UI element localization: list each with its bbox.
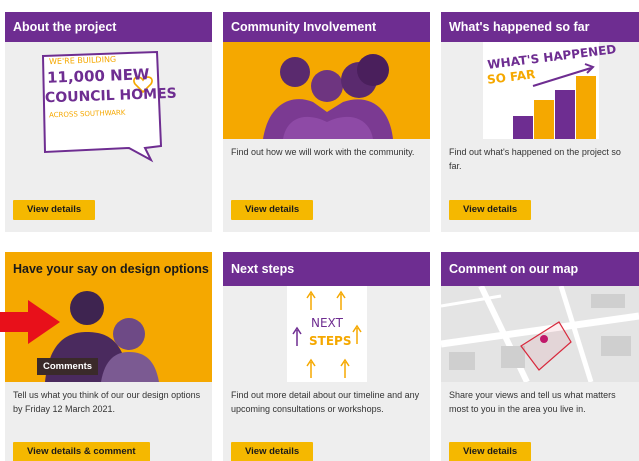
project-cards-grid: About the project WE'RE BUILDING 11,000 … [0,0,639,461]
council-homes-graphic: WE'RE BUILDING 11,000 NEW COUNCIL HOMES … [5,42,212,192]
graphic-line-2: STEPS [309,334,352,348]
card-community-involvement: Community Involvement Find out how we wi… [223,12,430,232]
card-title: Have your say on design options [5,252,212,286]
view-details-button[interactable]: View details [449,200,532,220]
view-details-button[interactable]: View details [13,200,96,220]
card-about-project: About the project WE'RE BUILDING 11,000 … [5,12,212,232]
card-whats-happened: What's happened so far WHAT'S HAPPENED S… [441,12,639,232]
graphic-line-1: NEXT [311,316,343,330]
view-details-button[interactable]: View details [449,442,532,461]
community-photo [223,42,430,139]
card-description: Find out more detail about our timeline … [231,390,420,414]
comments-label[interactable]: Comments [37,358,99,375]
card-title: Community Involvement [223,12,430,42]
card-title: What's happened so far [441,12,639,42]
card-title: Next steps [223,252,430,286]
card-next-steps: Next steps NEXT STEPS Find out more deta… [223,252,430,461]
card-description: Share your views and tell us what matter… [449,390,616,414]
card-description: Find out how we will work with the commu… [231,147,415,157]
card-title: Comment on our map [441,252,639,286]
view-details-button[interactable]: View details [231,442,314,461]
card-design-options: Have your say on design options Comments… [5,252,212,461]
progress-bars-graphic: WHAT'S HAPPENED SO FAR [441,42,639,139]
card-description: Tell us what you think of our our design… [13,390,201,414]
graphic-line-2: 11,000 NEW [46,65,150,87]
map-image[interactable] [441,286,639,382]
view-details-comment-button[interactable]: View details & comment [13,442,150,461]
card-comment-map: Comment on our map Share your views and … [441,252,639,461]
next-steps-graphic: NEXT STEPS [223,286,430,382]
view-details-button[interactable]: View details [231,200,314,220]
card-title: About the project [5,12,212,42]
card-description: Find out what's happened on the project … [449,147,621,171]
red-arrow-icon [0,300,60,344]
